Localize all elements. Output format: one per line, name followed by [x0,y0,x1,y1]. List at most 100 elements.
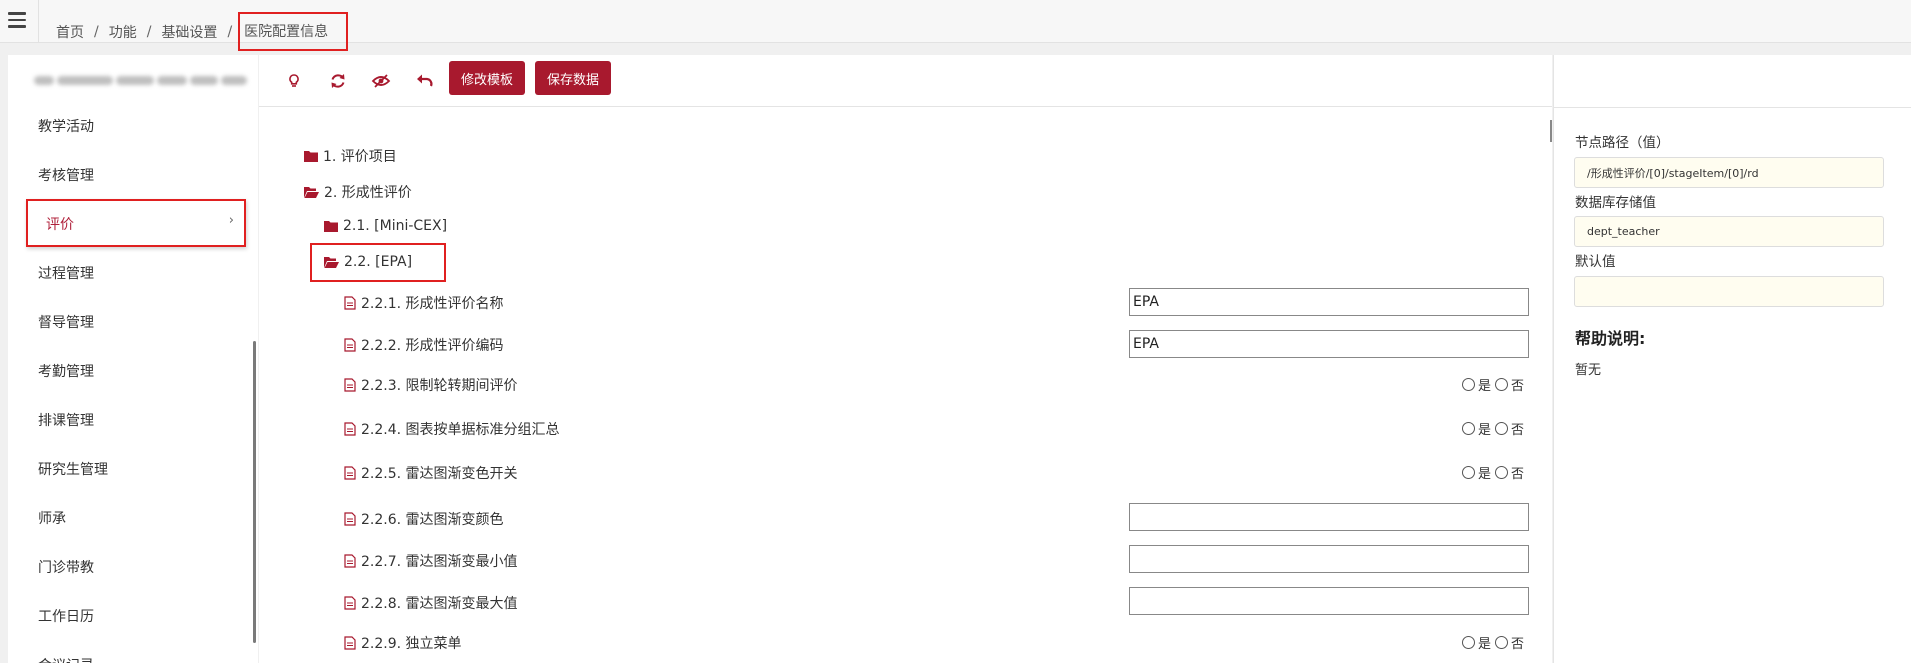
tree-node-epa[interactable]: 2.2. [EPA] [310,243,447,282]
yes-label: 是 [1478,379,1492,394]
db-value-label: 数据库存储值 [1575,195,1656,211]
default-value-input[interactable] [1574,276,1884,307]
node-path-input[interactable] [1574,157,1884,188]
hospital-name-blurred [34,73,260,93]
tree-leaf-limit-rotation[interactable]: 2.2.3. 限制轮转期间评价 [344,375,518,395]
sidebar-item-exam-management[interactable]: 考核管理 [38,165,94,185]
no-radio[interactable] [1495,636,1509,649]
yes-radio[interactable] [1462,466,1475,479]
tree-node-label: 2.1. [Mini-CEX] [343,218,448,234]
tree-node-formative-evaluation[interactable]: 2. 形成性评价 [304,182,412,202]
breadcrumb-basic-settings[interactable]: 基础设置 [161,22,217,42]
sidebar-item-clinic-teaching[interactable]: 门诊带教 [38,557,94,577]
tree-scrollbar[interactable] [1550,120,1552,142]
sidebar-scrollbar[interactable] [253,341,256,643]
sidebar-item-teaching-activities[interactable]: 教学活动 [38,116,94,136]
tree-node-mini-cex[interactable]: 2.1. [Mini-CEX] [324,218,447,234]
tree-node-label: 2.2. [EPA] [344,254,413,270]
tree-leaf-radar-gradient-max[interactable]: 2.2.8. 雷达图渐变最大值 [344,593,518,613]
help-title: 帮助说明: [1575,329,1646,348]
breadcrumb-separator: / [94,23,99,40]
file-text-icon [344,636,356,650]
file-text-icon [344,512,356,526]
tree-leaf-label: 2.2.7. 雷达图渐变最小值 [361,554,518,570]
file-text-icon [344,378,356,392]
tree-node-label: 1. 评价项目 [323,149,397,165]
lightbulb-icon[interactable] [283,70,305,92]
radar-gradient-color-input[interactable] [1129,503,1529,531]
file-text-icon [344,554,356,568]
toolbar: 修改模板 保存数据 [259,55,1552,107]
yes-label: 是 [1478,467,1492,482]
no-radio[interactable] [1495,422,1509,435]
tree-leaf-formative-code[interactable]: 2.2.2. 形成性评价编码 [344,335,504,355]
breadcrumb: 首页 / 功能 / 基础设置 / 医院配置信息 [56,12,349,51]
tree-leaf-radar-gradient-color[interactable]: 2.2.6. 雷达图渐变颜色 [344,509,504,529]
tree-leaf-radar-gradient-switch[interactable]: 2.2.5. 雷达图渐变色开关 [344,463,518,483]
limit-rotation-radio-group: 是 否 [1462,375,1528,394]
default-value-label: 默认值 [1575,254,1616,270]
sidebar-item-attendance-management[interactable]: 考勤管理 [38,361,94,381]
yes-label: 是 [1478,423,1492,438]
folder-icon [304,151,318,162]
tree-leaf-label: 2.2.5. 雷达图渐变色开关 [361,466,518,482]
no-radio[interactable] [1495,378,1509,391]
tree-leaf-label: 2.2.4. 图表按单据标准分组汇总 [361,422,560,438]
radar-gradient-min-input[interactable] [1129,545,1529,573]
breadcrumb-separator: / [146,23,152,40]
db-value-input[interactable] [1574,216,1884,247]
tree-leaf-standalone-menu[interactable]: 2.2.9. 独立菜单 [344,633,462,653]
breadcrumb-home[interactable]: 首页 [56,22,84,42]
formative-name-input[interactable] [1129,288,1529,316]
tree-node-label: 2. 形成性评价 [324,185,412,201]
tree-leaf-formative-name[interactable]: 2.2.1. 形成性评价名称 [344,293,504,313]
sidebar-item-mentorship[interactable]: 师承 [38,508,66,528]
radar-gradient-switch-radio-group: 是 否 [1462,463,1528,482]
standalone-menu-radio-group: 是 否 [1462,633,1528,652]
chart-grouping-radio-group: 是 否 [1462,419,1528,438]
file-text-icon [344,422,356,436]
yes-label: 是 [1478,637,1492,652]
sidebar-item-label: 评价 [46,217,74,233]
breadcrumb-function[interactable]: 功能 [109,22,137,42]
sidebar-item-work-calendar[interactable]: 工作日历 [38,606,94,626]
save-data-button[interactable]: 保存数据 [535,61,612,95]
modify-template-button[interactable]: 修改模板 [449,61,526,95]
yes-radio[interactable] [1462,636,1475,649]
sidebar-item-graduate-management[interactable]: 研究生管理 [38,459,108,479]
divider [1553,55,1554,663]
property-panel: 节点路径（值） 数据库存储值 默认值 帮助说明: 暂无 [1553,55,1911,663]
sidebar-item-evaluation[interactable]: 评价 › [26,199,246,247]
sidebar-item-supervision-management[interactable]: 督导管理 [38,312,94,332]
sidebar-item-process-management[interactable]: 过程管理 [38,263,94,283]
tree-leaf-chart-grouping[interactable]: 2.2.4. 图表按单据标准分组汇总 [344,419,560,439]
undo-icon[interactable] [414,70,436,92]
refresh-icon[interactable] [327,70,349,92]
sidebar-item-meeting-records[interactable]: 会议记录 [38,655,94,663]
tree-leaf-label: 2.2.1. 形成性评价名称 [361,296,504,312]
file-text-icon [344,338,356,352]
tree-node-evaluation-items[interactable]: 1. 评价项目 [304,146,397,166]
top-bar: 首页 / 功能 / 基础设置 / 医院配置信息 [0,0,1911,51]
eye-slash-icon[interactable] [370,70,392,92]
tree-leaf-label: 2.2.6. 雷达图渐变颜色 [361,512,504,528]
formative-code-input[interactable] [1129,330,1529,358]
file-text-icon [344,596,356,610]
help-text: 暂无 [1575,363,1602,378]
tree-leaf-label: 2.2.9. 独立菜单 [361,636,462,652]
folder-open-icon [304,187,319,198]
no-label: 否 [1511,637,1525,652]
breadcrumb-separator: / [227,23,233,40]
divider [38,0,39,43]
tree-leaf-radar-gradient-min[interactable]: 2.2.7. 雷达图渐变最小值 [344,551,518,571]
hamburger-menu-icon[interactable] [8,12,26,28]
node-path-label: 节点路径（值） [1575,135,1670,151]
yes-radio[interactable] [1462,378,1475,391]
no-radio[interactable] [1495,466,1509,479]
yes-radio[interactable] [1462,422,1475,435]
no-label: 否 [1511,423,1525,438]
folder-open-icon [324,257,339,268]
sidebar-item-scheduling-management[interactable]: 排课管理 [38,410,94,430]
radar-gradient-max-input[interactable] [1129,587,1529,615]
folder-icon [324,221,338,232]
